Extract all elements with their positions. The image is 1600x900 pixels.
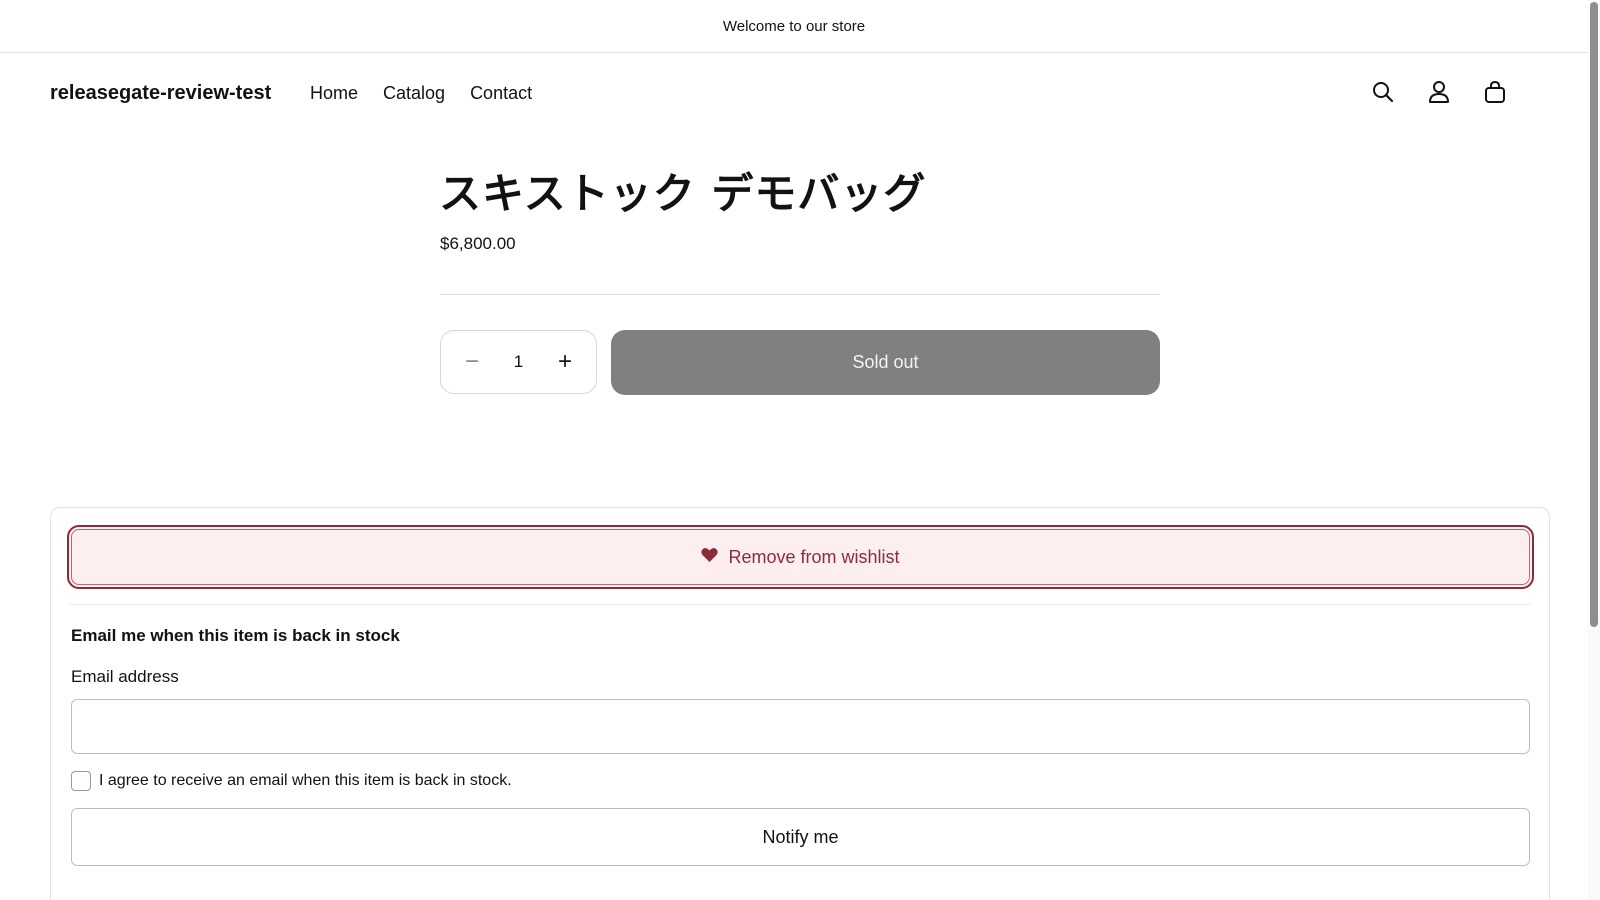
heart-icon (701, 547, 719, 568)
notify-me-button[interactable]: Notify me (71, 808, 1530, 866)
divider (70, 604, 1531, 605)
nav-contact[interactable]: Contact (470, 83, 532, 104)
cart-icon[interactable] (1482, 79, 1508, 105)
notify-me-label: Notify me (762, 826, 839, 847)
header-icons (1370, 79, 1508, 105)
product-title: スキストック デモバッグ (439, 169, 927, 218)
divider (440, 294, 1160, 295)
email-field[interactable] (71, 699, 1530, 754)
store-logo[interactable]: releasegate-review-test (50, 82, 271, 105)
back-in-stock-heading: Email me when this item is back in stock (71, 626, 400, 645)
scrollbar[interactable] (1588, 0, 1600, 900)
wishlist-label: Remove from wishlist (728, 546, 900, 567)
main-nav: Home Catalog Contact (310, 83, 557, 104)
announcement-text: Welcome to our store (722, 17, 866, 35)
product-price: $6,800.00 (440, 234, 516, 253)
quantity-value[interactable]: 1 (499, 352, 539, 372)
remove-from-wishlist-button[interactable]: Remove from wishlist (67, 525, 1534, 589)
account-icon[interactable] (1426, 79, 1452, 105)
agree-row: I agree to receive an email when this it… (71, 771, 512, 791)
search-icon[interactable] (1370, 79, 1396, 105)
sold-out-label: Sold out (852, 352, 919, 372)
site-header: releasegate-review-test Home Catalog Con… (0, 53, 1588, 137)
quantity-stepper: − 1 + (440, 330, 597, 394)
agree-checkbox[interactable] (71, 771, 91, 791)
scrollbar-thumb[interactable] (1590, 2, 1598, 627)
quantity-decrease-button[interactable]: − (455, 345, 489, 379)
email-label: Email address (71, 667, 179, 686)
agree-label: I agree to receive an email when this it… (99, 772, 512, 789)
nav-home[interactable]: Home (310, 83, 358, 104)
sold-out-button[interactable]: Sold out (611, 330, 1160, 395)
quantity-increase-button[interactable]: + (548, 345, 582, 379)
page: Welcome to our store releasegate-review-… (0, 0, 1600, 900)
nav-catalog[interactable]: Catalog (383, 83, 445, 104)
announcement-bar: Welcome to our store (0, 0, 1588, 53)
